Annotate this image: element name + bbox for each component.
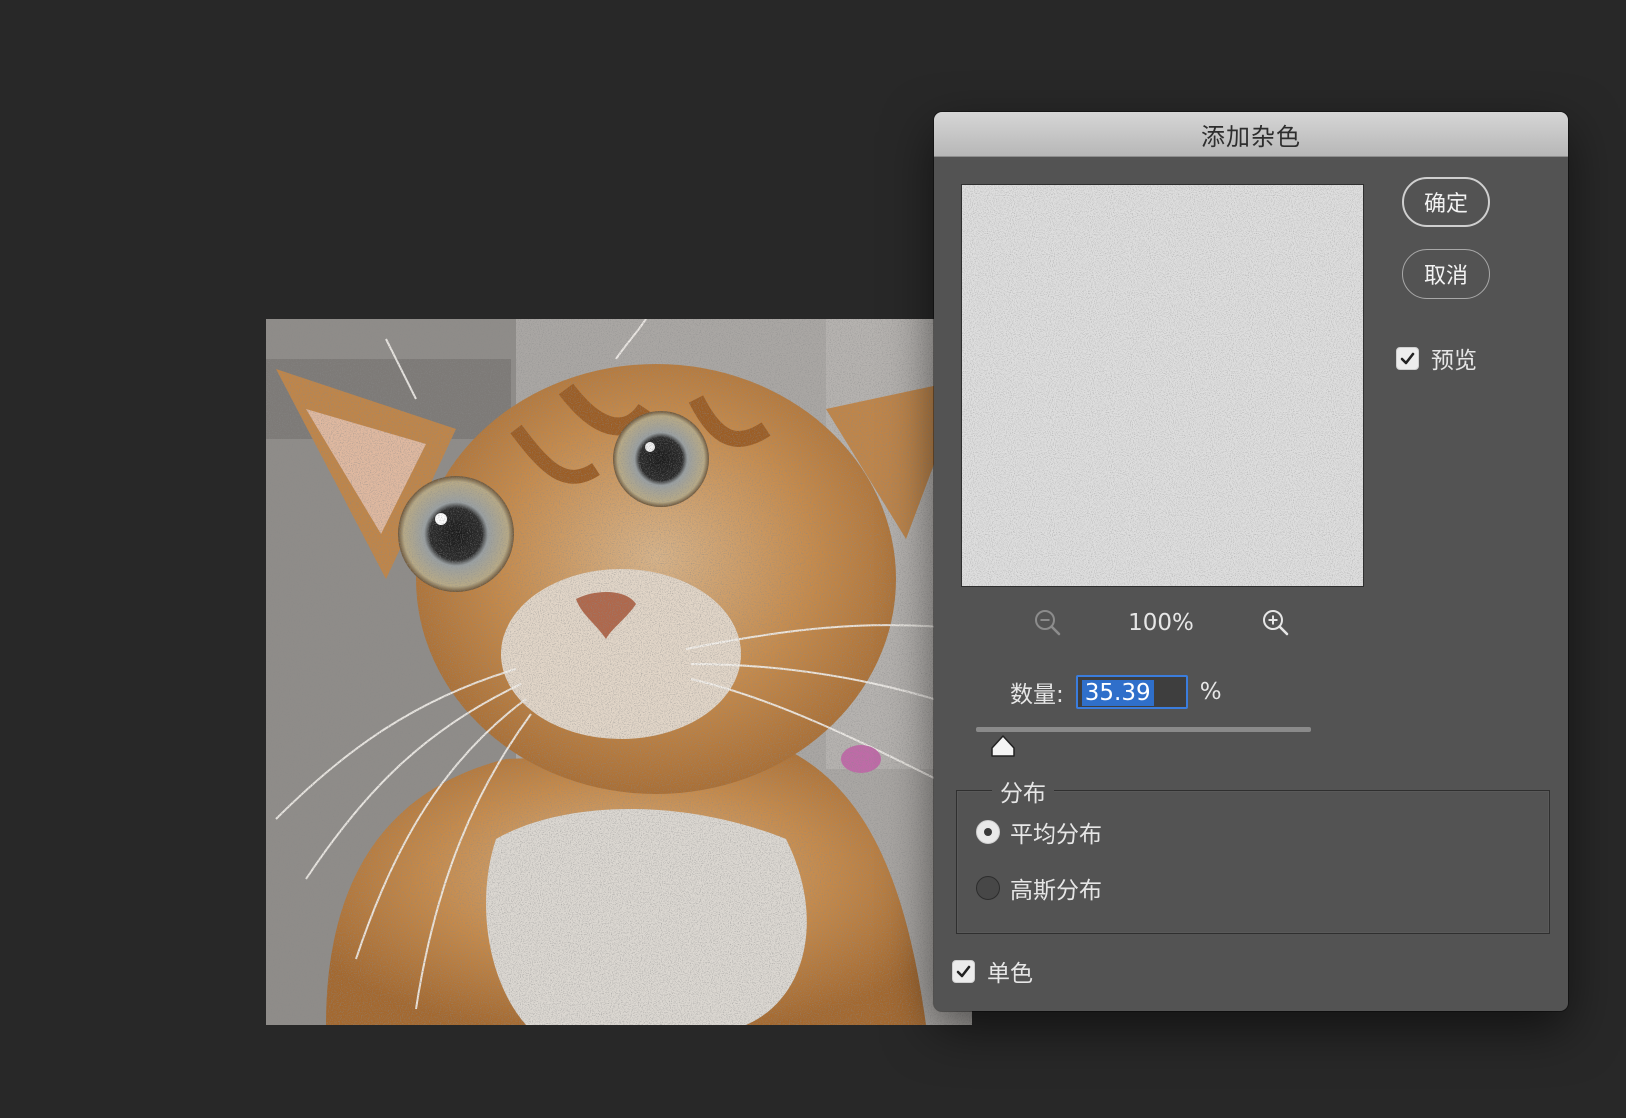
amount-input[interactable]: 35.39 [1075,675,1188,709]
monochromatic-label: 单色 [987,961,1033,987]
canvas-image [266,319,972,1025]
cancel-button[interactable]: 取消 [1402,249,1490,299]
add-noise-dialog: 添加杂色 100% 数量: 35.39 % 分布 平均分布 高斯分布 单色 确定… [934,112,1568,1011]
filter-preview[interactable] [961,184,1364,587]
radio-gaussian[interactable]: 高斯分布 [976,871,1102,905]
radio-gaussian-button[interactable] [976,876,1000,900]
zoom-level: 100% [1128,610,1194,636]
amount-label: 数量: [1010,682,1064,708]
amount-slider-track[interactable] [976,727,1311,732]
preview-checkbox[interactable] [1396,346,1419,370]
zoom-controls: 100% [961,602,1362,646]
amount-slider-thumb[interactable] [990,734,1016,758]
ok-button[interactable]: 确定 [1402,177,1490,227]
zoom-in-icon[interactable] [1261,608,1291,638]
monochromatic-checkbox[interactable] [952,959,975,983]
radio-gaussian-label: 高斯分布 [1010,878,1102,904]
noise-preview-image [962,185,1363,586]
preview-label: 预览 [1431,348,1477,374]
checkmark-icon [1400,352,1415,364]
distribution-group [956,790,1550,934]
checkmark-icon [956,965,971,977]
amount-row: 数量: 35.39 % [1010,672,1222,712]
amount-unit: % [1199,679,1222,705]
dialog-title: 添加杂色 [1201,122,1301,151]
radio-uniform[interactable]: 平均分布 [976,815,1102,849]
dialog-titlebar[interactable]: 添加杂色 [934,112,1568,157]
radio-uniform-button[interactable] [976,820,1000,844]
radio-uniform-label: 平均分布 [1010,822,1102,848]
monochromatic-option[interactable]: 单色 [952,954,1033,988]
zoom-out-icon[interactable] [1033,608,1063,638]
cat-photo [266,319,972,1025]
distribution-legend: 分布 [992,774,1054,808]
preview-option[interactable]: 预览 [1396,341,1477,375]
amount-value[interactable]: 35.39 [1081,680,1154,706]
